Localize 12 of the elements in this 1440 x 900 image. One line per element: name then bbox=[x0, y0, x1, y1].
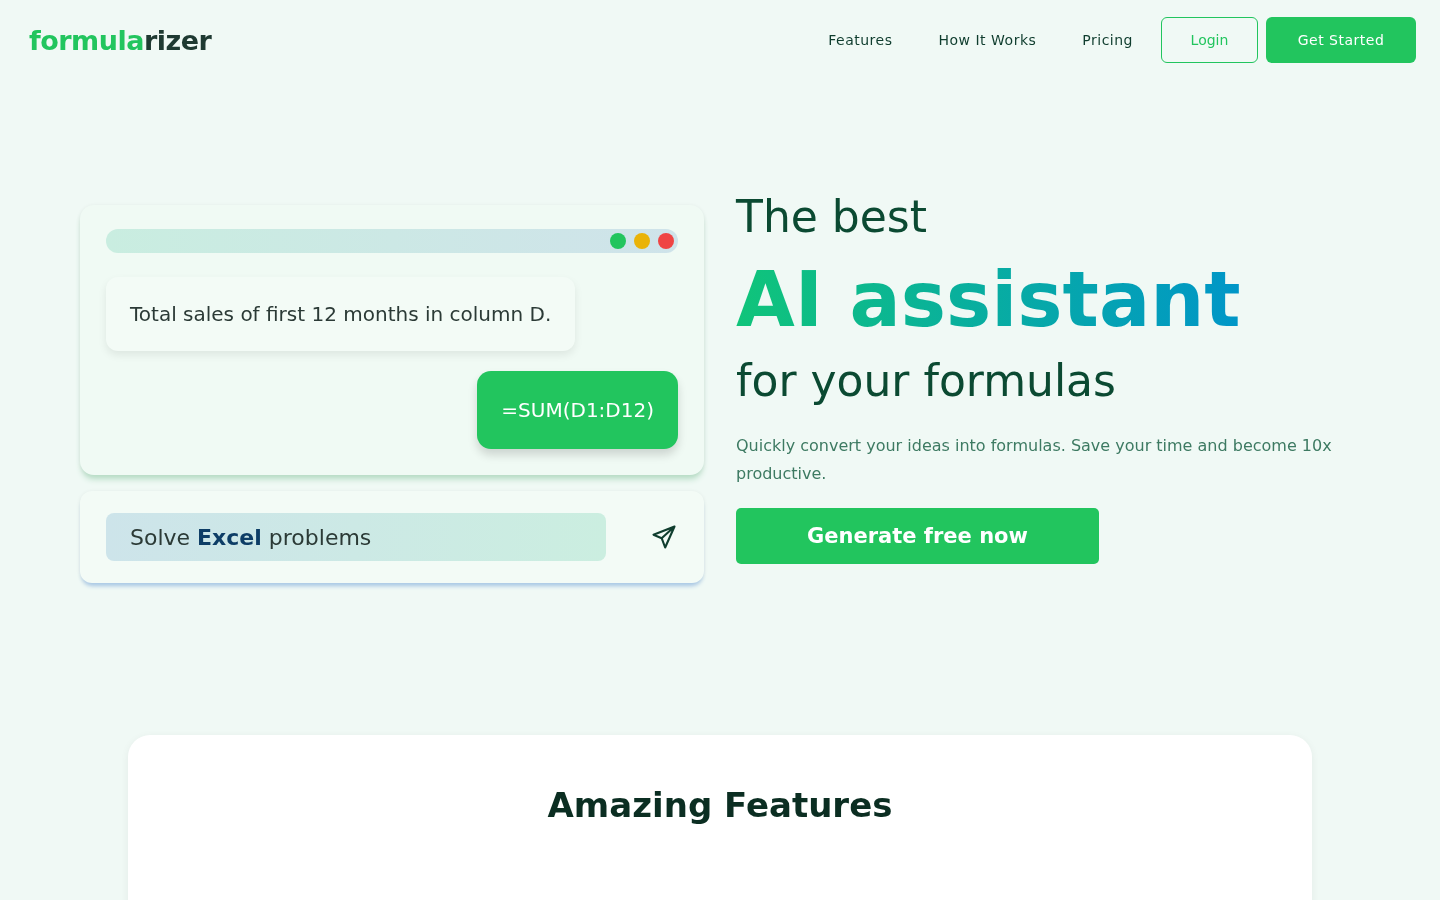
features-title: Amazing Features bbox=[547, 785, 893, 825]
prompt-bubble: Total sales of first 12 months in column D. bbox=[106, 277, 576, 351]
hero-description: Quickly convert your ideas into formulas. Save your time and become 10x productive. bbox=[736, 434, 1333, 485]
hero-subheading: for your formulas bbox=[736, 355, 1117, 408]
send-icon[interactable] bbox=[650, 523, 678, 551]
formula-bubble: =SUM(D1:D12) bbox=[477, 371, 678, 449]
nav-link[interactable]: Features bbox=[828, 32, 893, 48]
nav-link[interactable]: How It Works bbox=[938, 32, 1037, 48]
nav-link[interactable]: Pricing bbox=[1082, 32, 1133, 48]
input-field[interactable]: Solve Excel problems bbox=[106, 513, 606, 561]
hero-heading: The best bbox=[736, 191, 928, 244]
logo[interactable]: formularizer bbox=[29, 24, 212, 56]
